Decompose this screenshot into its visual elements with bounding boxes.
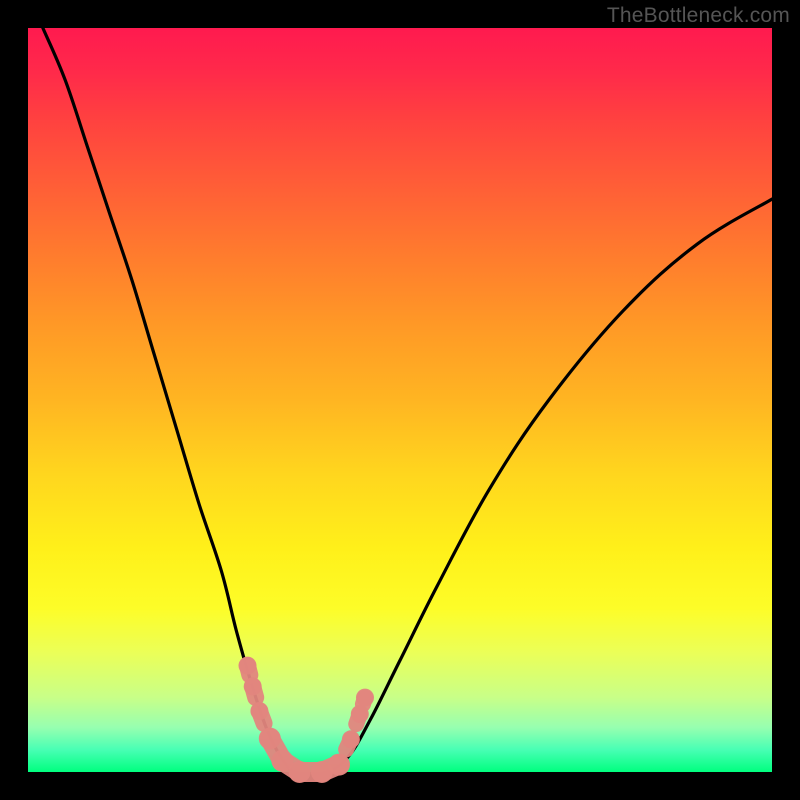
plot-area bbox=[28, 28, 772, 772]
chart-canvas: TheBottleneck.com bbox=[0, 0, 800, 800]
highlight-markers bbox=[239, 657, 375, 783]
bottleneck-curve bbox=[43, 28, 772, 774]
watermark-text: TheBottleneck.com bbox=[607, 4, 790, 28]
curve-svg bbox=[28, 28, 772, 772]
